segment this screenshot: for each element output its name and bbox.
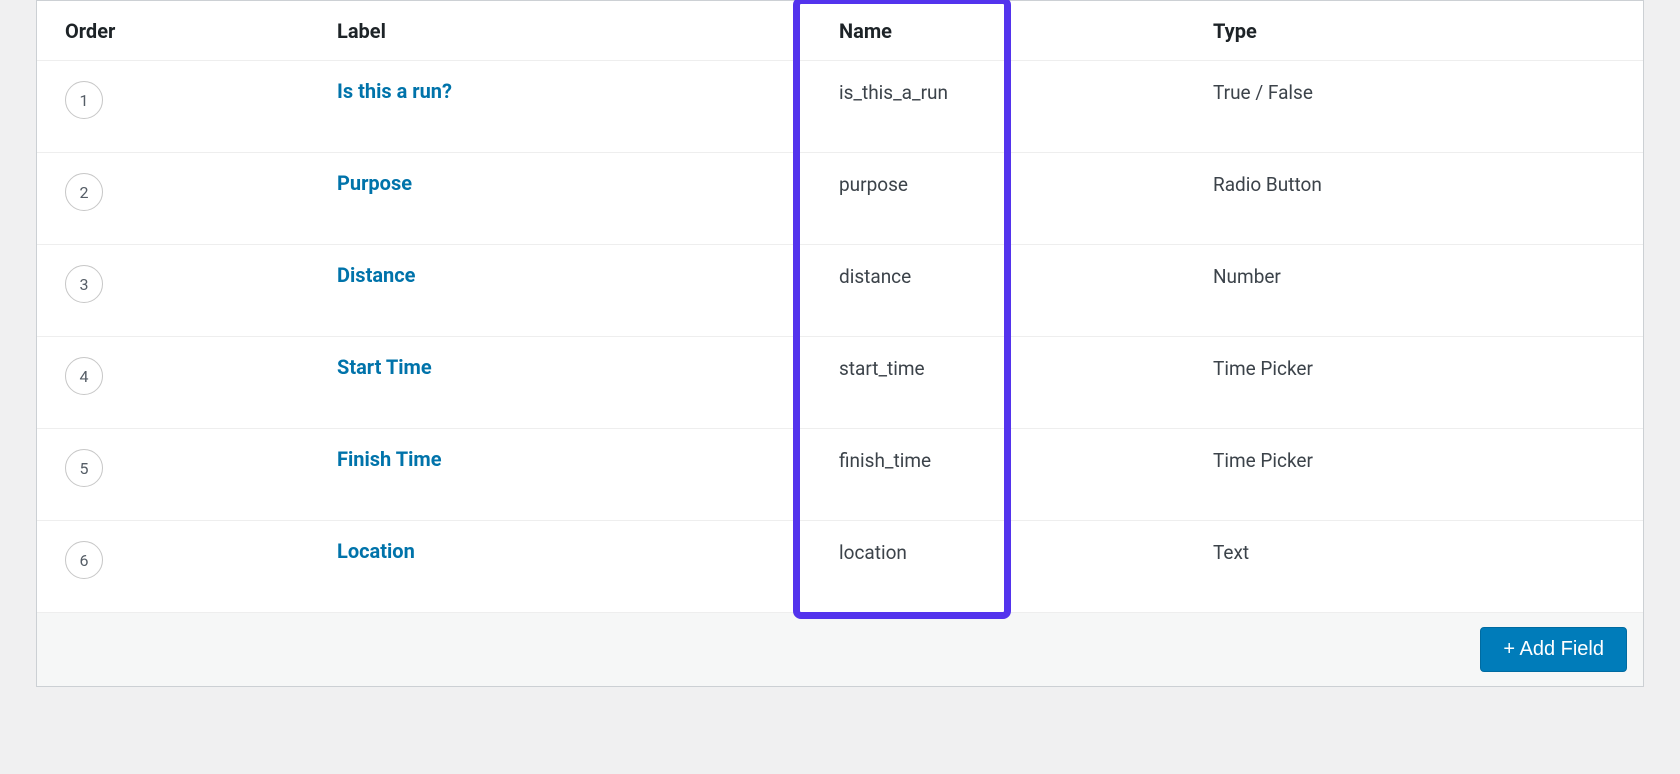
field-name: is_this_a_run: [839, 81, 948, 104]
table-row[interactable]: 1 Is this a run? is_this_a_run True / Fa…: [37, 61, 1643, 153]
field-type: Number: [1213, 265, 1281, 288]
field-label-link[interactable]: Start Time: [337, 355, 432, 379]
field-label-link[interactable]: Is this a run?: [337, 79, 452, 103]
column-header-name: Name: [787, 19, 1167, 43]
table-row[interactable]: 3 Distance distance Number: [37, 245, 1643, 337]
field-name: finish_time: [839, 449, 931, 472]
table-row[interactable]: 2 Purpose purpose Radio Button: [37, 153, 1643, 245]
order-handle[interactable]: 5: [65, 449, 103, 487]
field-type: Radio Button: [1213, 173, 1322, 196]
field-name: location: [839, 541, 907, 564]
table-header-row: Order Label Name Type: [37, 1, 1643, 61]
order-handle[interactable]: 4: [65, 357, 103, 395]
column-header-type: Type: [1167, 19, 1643, 43]
column-header-order: Order: [37, 19, 337, 43]
table-row[interactable]: 6 Location location Text: [37, 521, 1643, 613]
column-header-label: Label: [337, 19, 787, 43]
field-name: purpose: [839, 173, 908, 196]
field-label-link[interactable]: Purpose: [337, 171, 412, 195]
field-type: Text: [1213, 541, 1249, 564]
table-row[interactable]: 4 Start Time start_time Time Picker: [37, 337, 1643, 429]
field-label-link[interactable]: Location: [337, 539, 415, 563]
order-handle[interactable]: 2: [65, 173, 103, 211]
order-handle[interactable]: 1: [65, 81, 103, 119]
field-label-link[interactable]: Distance: [337, 263, 415, 287]
field-type: True / False: [1213, 81, 1313, 104]
field-type: Time Picker: [1213, 357, 1313, 380]
field-name: start_time: [839, 357, 925, 380]
add-field-button[interactable]: + Add Field: [1480, 627, 1627, 672]
order-handle[interactable]: 6: [65, 541, 103, 579]
table-row[interactable]: 5 Finish Time finish_time Time Picker: [37, 429, 1643, 521]
field-label-link[interactable]: Finish Time: [337, 447, 442, 471]
field-name: distance: [839, 265, 911, 288]
table-footer: + Add Field: [37, 613, 1643, 686]
order-handle[interactable]: 3: [65, 265, 103, 303]
fields-table: Order Label Name Type 1 Is this a run? i…: [36, 0, 1644, 687]
field-type: Time Picker: [1213, 449, 1313, 472]
